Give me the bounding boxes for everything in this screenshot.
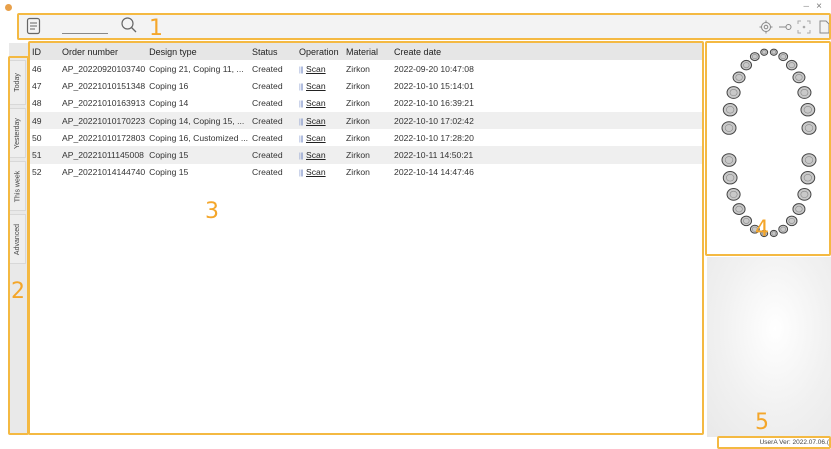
highlight-zone-1 — [17, 13, 831, 40]
preview-panel — [707, 257, 831, 437]
highlight-zone-2 — [8, 56, 29, 435]
close-button[interactable]: × — [816, 1, 822, 12]
highlight-zone-5 — [717, 436, 831, 449]
annotation-5: 5 — [755, 410, 769, 435]
annotation-3: 3 — [205, 199, 219, 224]
app-icon — [5, 4, 12, 11]
minimize-button[interactable]: – — [803, 1, 809, 12]
annotation-1: 1 — [149, 16, 163, 41]
annotation-2: 2 — [11, 279, 25, 304]
annotation-4: 4 — [755, 217, 769, 242]
highlight-zone-3 — [28, 41, 704, 435]
